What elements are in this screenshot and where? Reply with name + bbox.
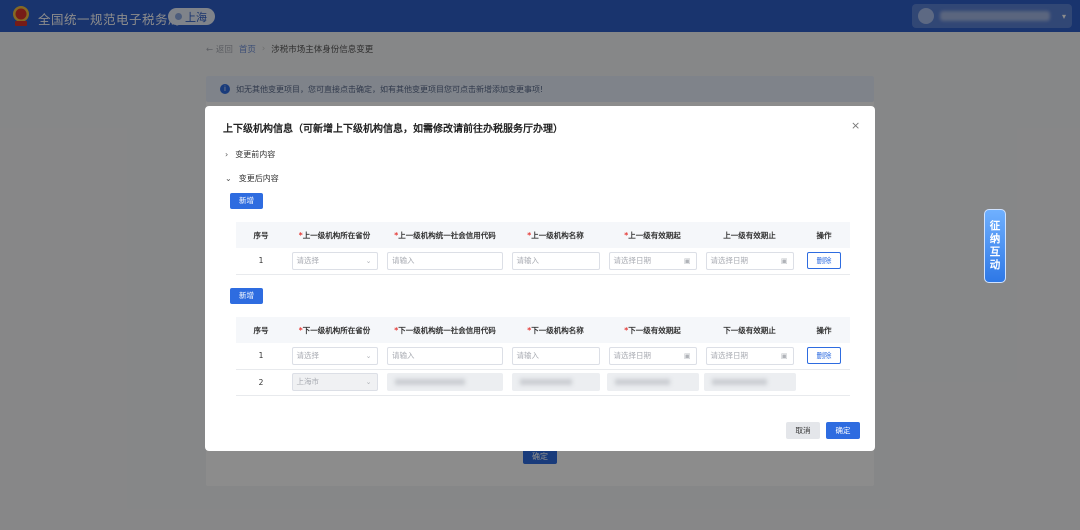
col-header-valid-from: *上一级有效期起 — [604, 222, 701, 248]
cancel-button[interactable]: 取消 — [786, 422, 820, 439]
side-float-char: 互 — [989, 246, 1001, 258]
table-header-row: 序号 *下一级机构所在省份 *下一级机构统一社会信用代码 *下一级机构名称 *下… — [236, 317, 850, 343]
chevron-down-icon: ⌄ — [225, 174, 232, 183]
col-header-index: 序号 — [236, 317, 286, 343]
table-row: 1 请选择 ⌄ 请输入 请输入 请选择日期 ▣ 请选择日期 ▣ 删除 — [236, 248, 850, 275]
after-change-label: 变更后内容 — [238, 174, 279, 183]
lower-org-table: 序号 *下一级机构所在省份 *下一级机构统一社会信用代码 *下一级机构名称 *下… — [236, 317, 850, 396]
chevron-down-icon: ⌄ — [365, 256, 372, 265]
calendar-icon: ▣ — [683, 351, 691, 360]
delete-row-button[interactable]: 删除 — [807, 347, 841, 365]
org-name-input[interactable]: 请输入 — [511, 346, 600, 365]
chevron-right-icon: › — [225, 150, 229, 159]
table-header-row: 序号 *上一级机构所在省份 *上一级机构统一社会信用代码 *上一级机构名称 *上… — [236, 222, 850, 248]
org-info-dialog: 上下级机构信息（可新增上下级机构信息，如需修改请前往办税服务厅办理） × › 变… — [205, 106, 875, 451]
credit-code-input[interactable]: 请输入 — [387, 251, 503, 270]
before-change-label: 变更前内容 — [235, 150, 276, 159]
col-header-credit-code: *上一级机构统一社会信用代码 — [383, 222, 507, 248]
credit-code-redacted — [387, 373, 503, 391]
valid-from-date-picker[interactable]: 请选择日期 ▣ — [608, 346, 697, 365]
chevron-down-icon: ⌄ — [365, 351, 372, 360]
credit-code-input[interactable]: 请输入 — [387, 346, 503, 365]
side-float-char: 动 — [989, 259, 1001, 271]
valid-from-date-picker[interactable]: 请选择日期 ▣ — [608, 251, 697, 270]
valid-to-redacted — [703, 373, 796, 391]
row-index: 2 — [236, 369, 286, 396]
side-float-char: 征 — [989, 220, 1001, 232]
org-name-input[interactable]: 请输入 — [511, 251, 600, 270]
province-select[interactable]: 请选择 ⌄ — [291, 251, 378, 270]
province-select-disabled: 上海市 ⌄ — [291, 373, 378, 391]
chevron-down-icon: ⌄ — [365, 378, 372, 386]
calendar-icon: ▣ — [780, 351, 788, 360]
table-row: 1 请选择 ⌄ 请输入 请输入 请选择日期 ▣ 请选择日期 ▣ 删除 — [236, 343, 850, 370]
col-header-province: *下一级机构所在省份 — [286, 317, 383, 343]
dialog-title: 上下级机构信息（可新增上下级机构信息，如需修改请前往办税服务厅办理） — [223, 124, 563, 135]
add-upper-org-button[interactable]: 新增 — [230, 193, 263, 209]
valid-to-date-picker[interactable]: 请选择日期 ▣ — [705, 251, 794, 270]
side-float-char: 纳 — [989, 233, 1001, 245]
col-header-valid-to: 上一级有效期止 — [701, 222, 798, 248]
valid-to-date-picker[interactable]: 请选择日期 ▣ — [705, 346, 794, 365]
row-index: 1 — [236, 248, 286, 275]
add-lower-org-button[interactable]: 新增 — [230, 288, 263, 304]
before-change-toggle[interactable]: › 变更前内容 — [225, 149, 275, 160]
col-header-credit-code: *下一级机构统一社会信用代码 — [383, 317, 507, 343]
col-header-org-name: *下一级机构名称 — [507, 317, 604, 343]
col-header-valid-from: *下一级有效期起 — [604, 317, 701, 343]
upper-org-table: 序号 *上一级机构所在省份 *上一级机构统一社会信用代码 *上一级机构名称 *上… — [236, 222, 850, 275]
table-row: 2 上海市 ⌄ — [236, 369, 850, 396]
org-name-redacted — [511, 373, 600, 391]
col-header-province: *上一级机构所在省份 — [286, 222, 383, 248]
col-header-action: 操作 — [798, 317, 850, 343]
empty-action-cell — [798, 369, 850, 396]
col-header-valid-to: 下一级有效期止 — [701, 317, 798, 343]
calendar-icon: ▣ — [683, 256, 691, 265]
after-change-toggle[interactable]: ⌄ 变更后内容 — [225, 173, 279, 184]
close-icon[interactable]: × — [851, 119, 860, 132]
col-header-action: 操作 — [798, 222, 850, 248]
side-float-interaction[interactable]: 征 纳 互 动 — [984, 209, 1006, 283]
col-header-org-name: *上一级机构名称 — [507, 222, 604, 248]
col-header-index: 序号 — [236, 222, 286, 248]
calendar-icon: ▣ — [780, 256, 788, 265]
province-select[interactable]: 请选择 ⌄ — [291, 346, 378, 365]
confirm-button[interactable]: 确定 — [826, 422, 860, 439]
valid-from-redacted — [606, 373, 699, 391]
row-index: 1 — [236, 343, 286, 370]
delete-row-button[interactable]: 删除 — [807, 252, 841, 270]
